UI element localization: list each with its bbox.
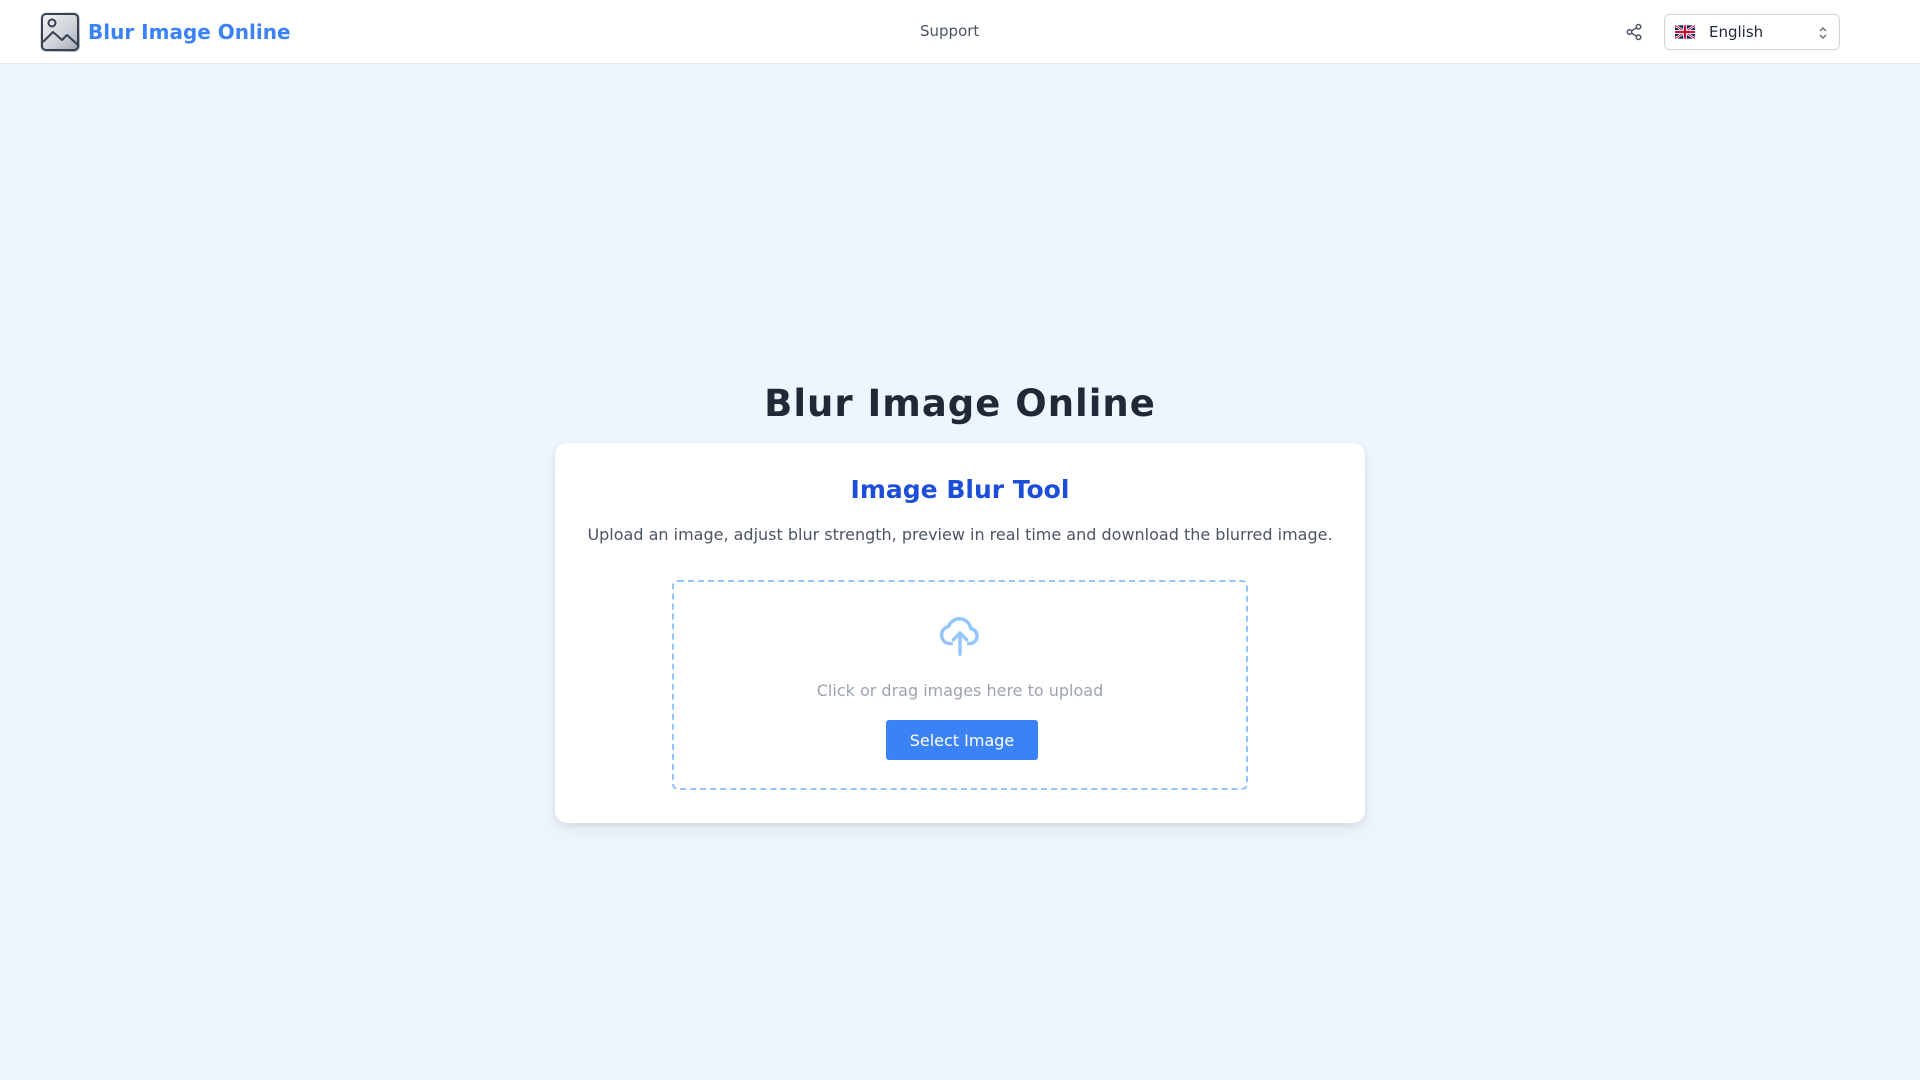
share-icon — [1626, 23, 1642, 41]
page-title: Blur Image Online — [764, 382, 1156, 425]
select-image-button[interactable]: Select Image — [886, 720, 1038, 760]
brand-name: Blur Image Online — [88, 20, 291, 44]
blur-tool-card: Image Blur Tool Upload an image, adjust … — [555, 443, 1365, 823]
brand-link[interactable]: Blur Image Online — [40, 12, 291, 52]
card-title: Image Blur Tool — [850, 475, 1070, 504]
nav-support-link[interactable]: Support — [920, 22, 979, 40]
language-selected-value: English — [1709, 23, 1764, 41]
chevron-up-down-icon — [1819, 26, 1827, 40]
dropzone-text: Click or drag images here to upload — [816, 681, 1104, 700]
cloud-upload-icon — [939, 617, 979, 656]
upload-dropzone[interactable]: Click or drag images here to upload Sele… — [672, 580, 1248, 790]
uk-flag-icon — [1675, 25, 1695, 39]
top-header: Blur Image Online Support English — [0, 0, 1920, 64]
card-description: Upload an image, adjust blur strength, p… — [587, 525, 1333, 544]
blurred-image-icon — [40, 12, 80, 52]
share-button[interactable] — [1622, 20, 1646, 44]
language-select[interactable]: English — [1664, 14, 1840, 50]
